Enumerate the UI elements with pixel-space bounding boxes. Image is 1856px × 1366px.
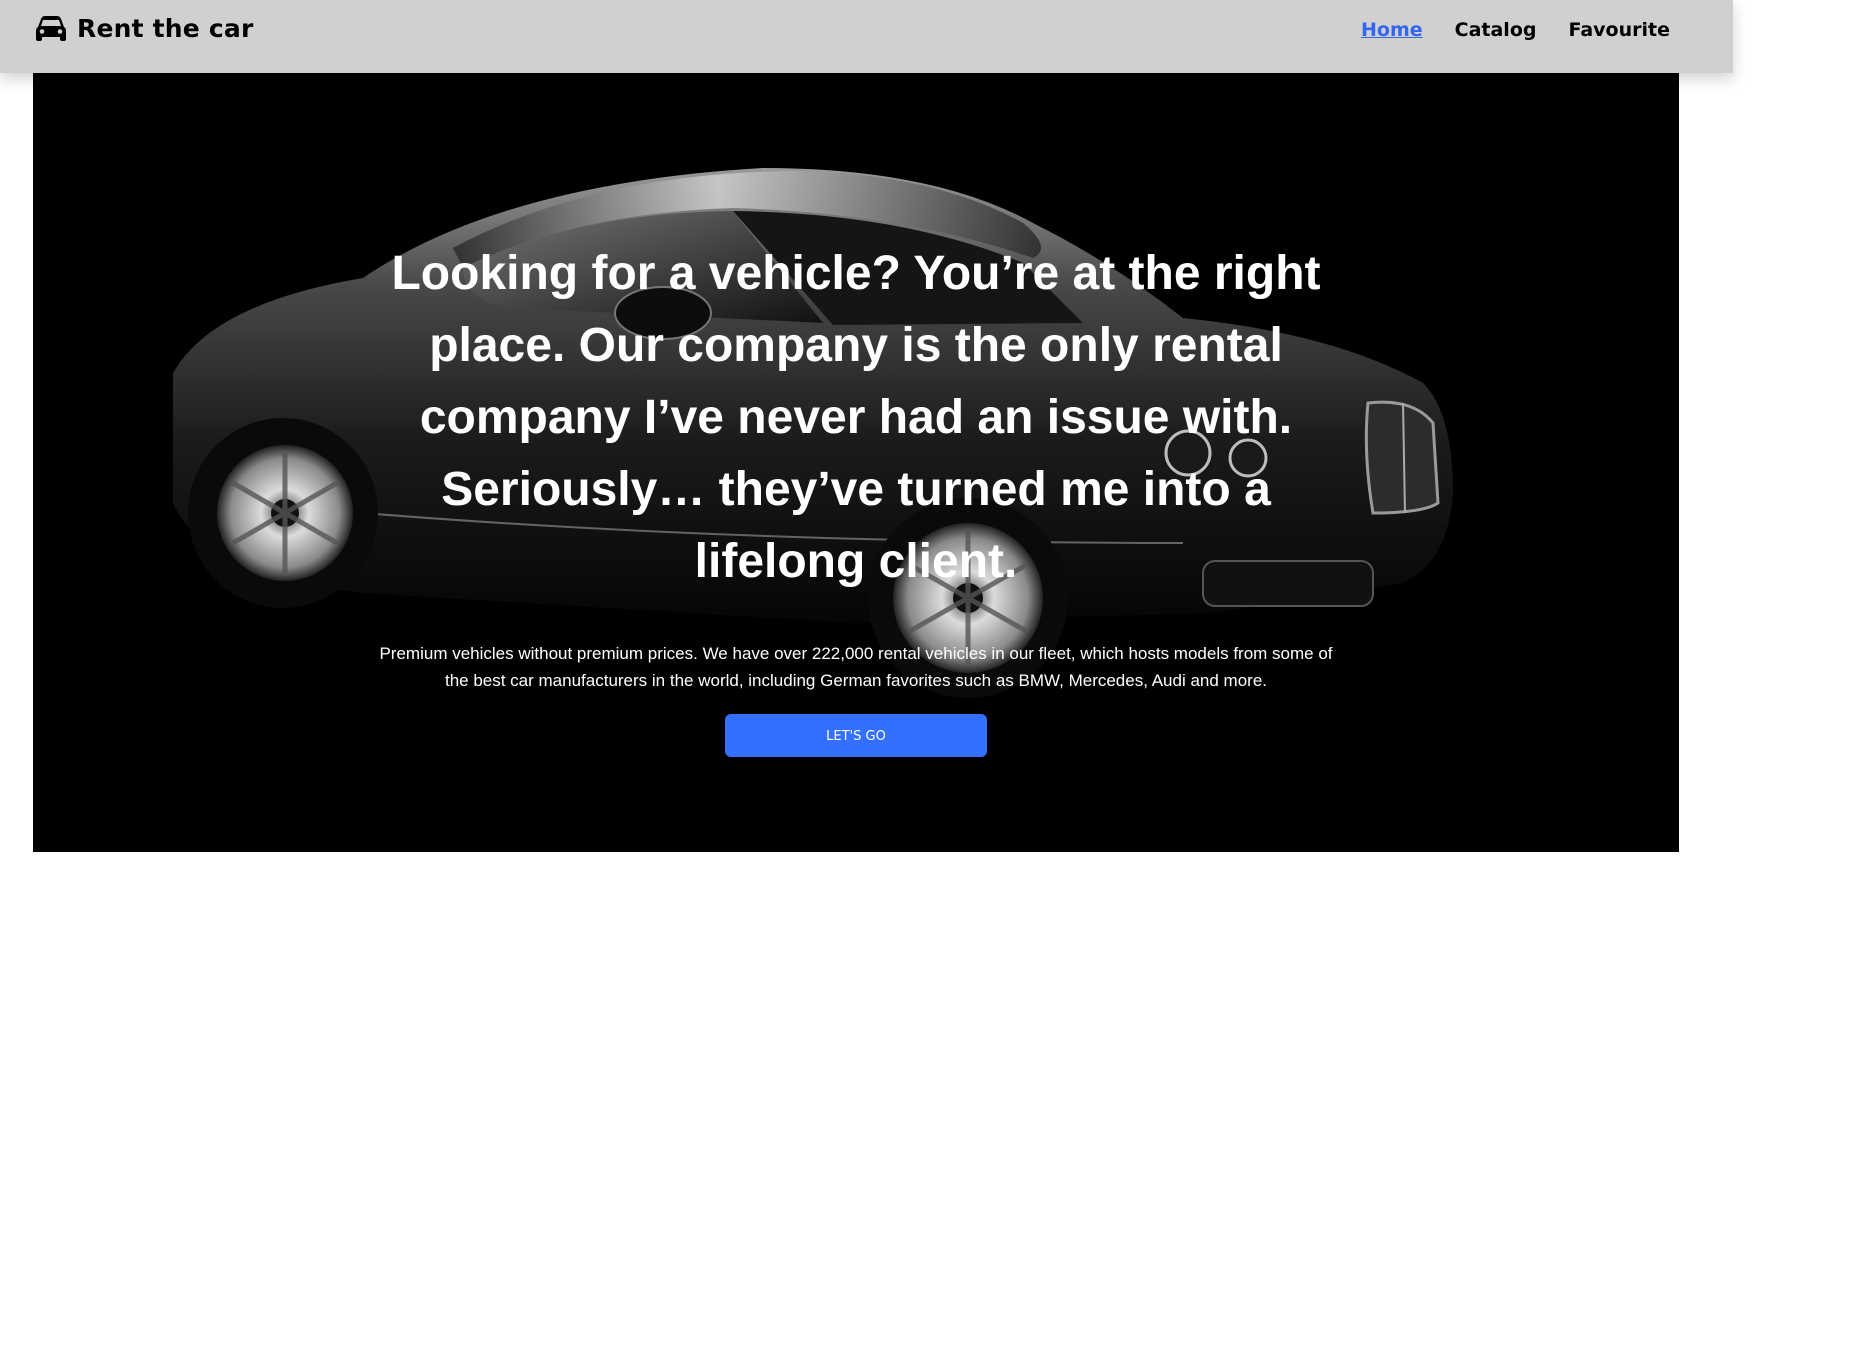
nav-link-favourite[interactable]: Favourite: [1568, 19, 1670, 41]
brand-title: Rent the car: [77, 14, 254, 43]
car-icon: [36, 15, 66, 41]
top-navbar: Rent the car Home Catalog Favourite: [0, 0, 1733, 73]
hero-heading: Looking for a vehicle? You’re at the rig…: [391, 247, 1321, 588]
hero-section: Looking for a vehicle? You’re at the rig…: [33, 73, 1679, 852]
brand-logo[interactable]: Rent the car: [35, 14, 254, 43]
hero-content: Looking for a vehicle? You’re at the rig…: [33, 238, 1679, 757]
lets-go-button[interactable]: LET'S GO: [725, 714, 987, 757]
nav-link-catalog[interactable]: Catalog: [1455, 19, 1537, 41]
page: Rent the car Home Catalog Favourite Look…: [0, 0, 1856, 1366]
nav-link-home[interactable]: Home: [1361, 19, 1423, 41]
main-nav: Home Catalog Favourite: [1361, 19, 1670, 41]
hero-description: Premium vehicles without premium prices.…: [379, 644, 1333, 690]
